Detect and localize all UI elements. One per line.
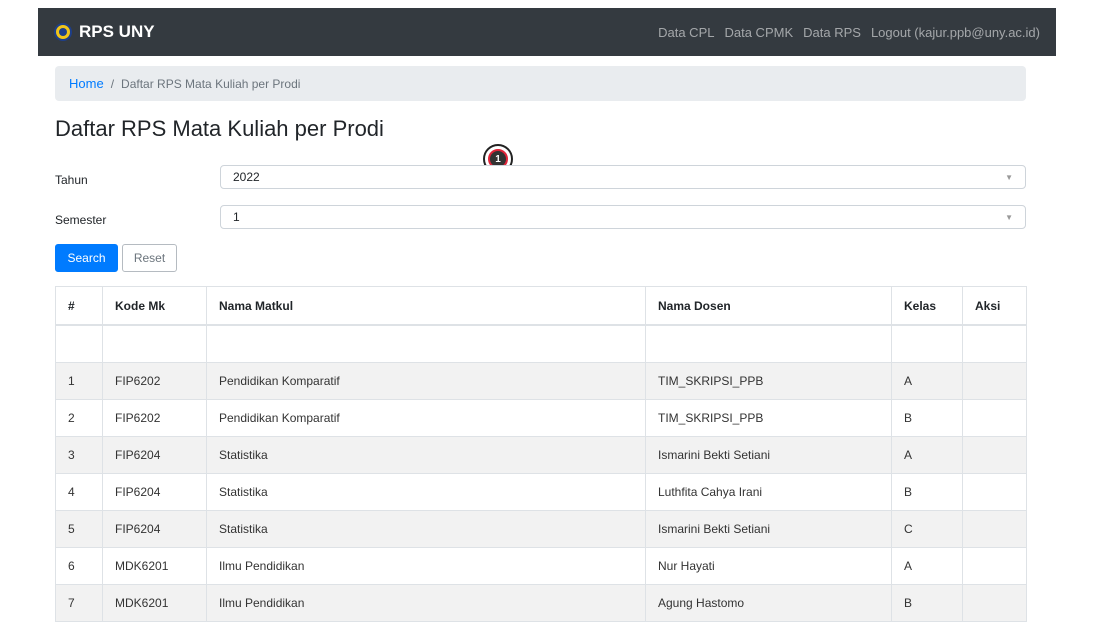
cell-nama-dosen: TIM_SKRIPSI_PPB	[645, 361, 892, 400]
chevron-down-icon: ▼	[1005, 212, 1013, 222]
nav-data-cpl[interactable]: Data CPL	[658, 25, 714, 40]
cell-nama-dosen: Luthfita Cahya Irani	[645, 472, 892, 511]
cell-number: 4	[55, 472, 103, 511]
breadcrumb-separator: /	[110, 76, 115, 91]
cell-kelas: B	[891, 398, 963, 437]
table-row: 7 MDK6201 Ilmu Pendidikan Agung Hastomo B	[55, 583, 1027, 622]
cell-nama-matkul: Statistika	[206, 472, 646, 511]
cell-nama-dosen: Ismarini Bekti Setiani	[645, 509, 892, 548]
cell-nama-matkul: Pendidikan Komparatif	[206, 398, 646, 437]
cell-kelas: B	[891, 472, 963, 511]
cell-aksi	[962, 546, 1027, 585]
navbar: RPS UNY Data CPL Data CPMK Data RPS Logo…	[38, 8, 1056, 56]
table-row: 2 FIP6202 Pendidikan Komparatif TIM_SKRIPSI…	[55, 398, 1027, 437]
nav-logout[interactable]: Logout (kajur.ppb@uny.ac.id)	[871, 25, 1040, 40]
tahun-select-value: 2022	[233, 170, 260, 184]
tahun-label: Tahun	[55, 173, 88, 187]
cell-aksi	[962, 472, 1027, 511]
table-row-empty	[55, 324, 1027, 363]
cell-aksi	[962, 361, 1027, 400]
col-header-aksi: Aksi	[962, 286, 1027, 326]
breadcrumb-home[interactable]: Home	[69, 76, 104, 91]
cell-nama-dosen: Agung Hastomo	[645, 583, 892, 622]
cell-nama-matkul: Ilmu Pendidikan	[206, 546, 646, 585]
cell-number: 1	[55, 361, 103, 400]
table-row: 5 FIP6204 Statistika Ismarini Bekti Setiani…	[55, 509, 1027, 548]
breadcrumb: Home / Daftar RPS Mata Kuliah per Prodi	[55, 66, 1026, 101]
cell-number: 6	[55, 546, 103, 585]
brand[interactable]: RPS UNY	[54, 22, 155, 42]
breadcrumb-current: Daftar RPS Mata Kuliah per Prodi	[121, 76, 301, 91]
nav-links: Data CPL Data CPMK Data RPS Logout (kaju…	[658, 25, 1040, 40]
cell-nama-dosen: TIM_SKRIPSI_PPB	[645, 398, 892, 437]
cell-kode-mk: FIP6202	[102, 361, 207, 400]
cell-nama-dosen: Ismarini Bekti Setiani	[645, 435, 892, 474]
col-header-kode-mk: Kode Mk	[102, 286, 207, 326]
table-row: 1 FIP6202 Pendidikan Komparatif TIM_SKRIPSI…	[55, 361, 1027, 400]
cell-aksi	[962, 509, 1027, 548]
semester-label: Semester	[55, 213, 107, 227]
cell-aksi	[962, 435, 1027, 474]
cell-aksi	[962, 583, 1027, 622]
col-header-kelas: Kelas	[891, 286, 963, 326]
cell-kelas: A	[891, 435, 963, 474]
cell-kelas: C	[891, 509, 963, 548]
chevron-down-icon: ▼	[1005, 172, 1013, 182]
cell-nama-matkul: Pendidikan Komparatif	[206, 361, 646, 400]
semester-select-value: 1	[233, 210, 240, 224]
cell-kode-mk: MDK6201	[102, 546, 207, 585]
rps-table: # Kode Mk Nama Matkul Nama Dosen Kelas A…	[55, 286, 1027, 622]
cell-kode-mk: MDK6201	[102, 583, 207, 622]
nav-data-rps[interactable]: Data RPS	[803, 25, 861, 40]
tahun-select[interactable]: 2022 ▼	[220, 165, 1026, 189]
col-header-nama-dosen: Nama Dosen	[645, 286, 892, 326]
table-row: 4 FIP6204 Statistika Luthfita Cahya Irani B	[55, 472, 1027, 511]
cell-kode-mk: FIP6204	[102, 509, 207, 548]
cell-nama-dosen: Nur Hayati	[645, 546, 892, 585]
cell-aksi	[962, 398, 1027, 437]
nav-data-cpmk[interactable]: Data CPMK	[724, 25, 793, 40]
col-header-nama-matkul: Nama Matkul	[206, 286, 646, 326]
col-header-number: #	[55, 286, 103, 326]
semester-select[interactable]: 1 ▼	[220, 205, 1026, 229]
cell-number: 5	[55, 509, 103, 548]
uny-logo-icon	[54, 23, 72, 41]
cell-kode-mk: FIP6204	[102, 435, 207, 474]
cell-nama-matkul: Statistika	[206, 509, 646, 548]
page-title: Daftar RPS Mata Kuliah per Prodi	[55, 116, 384, 141]
table-row: 6 MDK6201 Ilmu Pendidikan Nur Hayati A	[55, 546, 1027, 585]
cell-nama-matkul: Statistika	[206, 435, 646, 474]
cell-kelas: A	[891, 546, 963, 585]
cell-number: 3	[55, 435, 103, 474]
cell-kode-mk: FIP6204	[102, 472, 207, 511]
cell-number: 7	[55, 583, 103, 622]
cell-kode-mk: FIP6202	[102, 398, 207, 437]
search-button[interactable]: Search	[55, 244, 118, 272]
cell-nama-matkul: Ilmu Pendidikan	[206, 583, 646, 622]
cell-kelas: B	[891, 583, 963, 622]
cell-number: 2	[55, 398, 103, 437]
table-header-row: # Kode Mk Nama Matkul Nama Dosen Kelas A…	[55, 286, 1027, 326]
table-row: 3 FIP6204 Statistika Ismarini Bekti Setiani…	[55, 435, 1027, 474]
cell-kelas: A	[891, 361, 963, 400]
brand-text: RPS UNY	[79, 22, 155, 41]
reset-button[interactable]: Reset	[122, 244, 177, 272]
